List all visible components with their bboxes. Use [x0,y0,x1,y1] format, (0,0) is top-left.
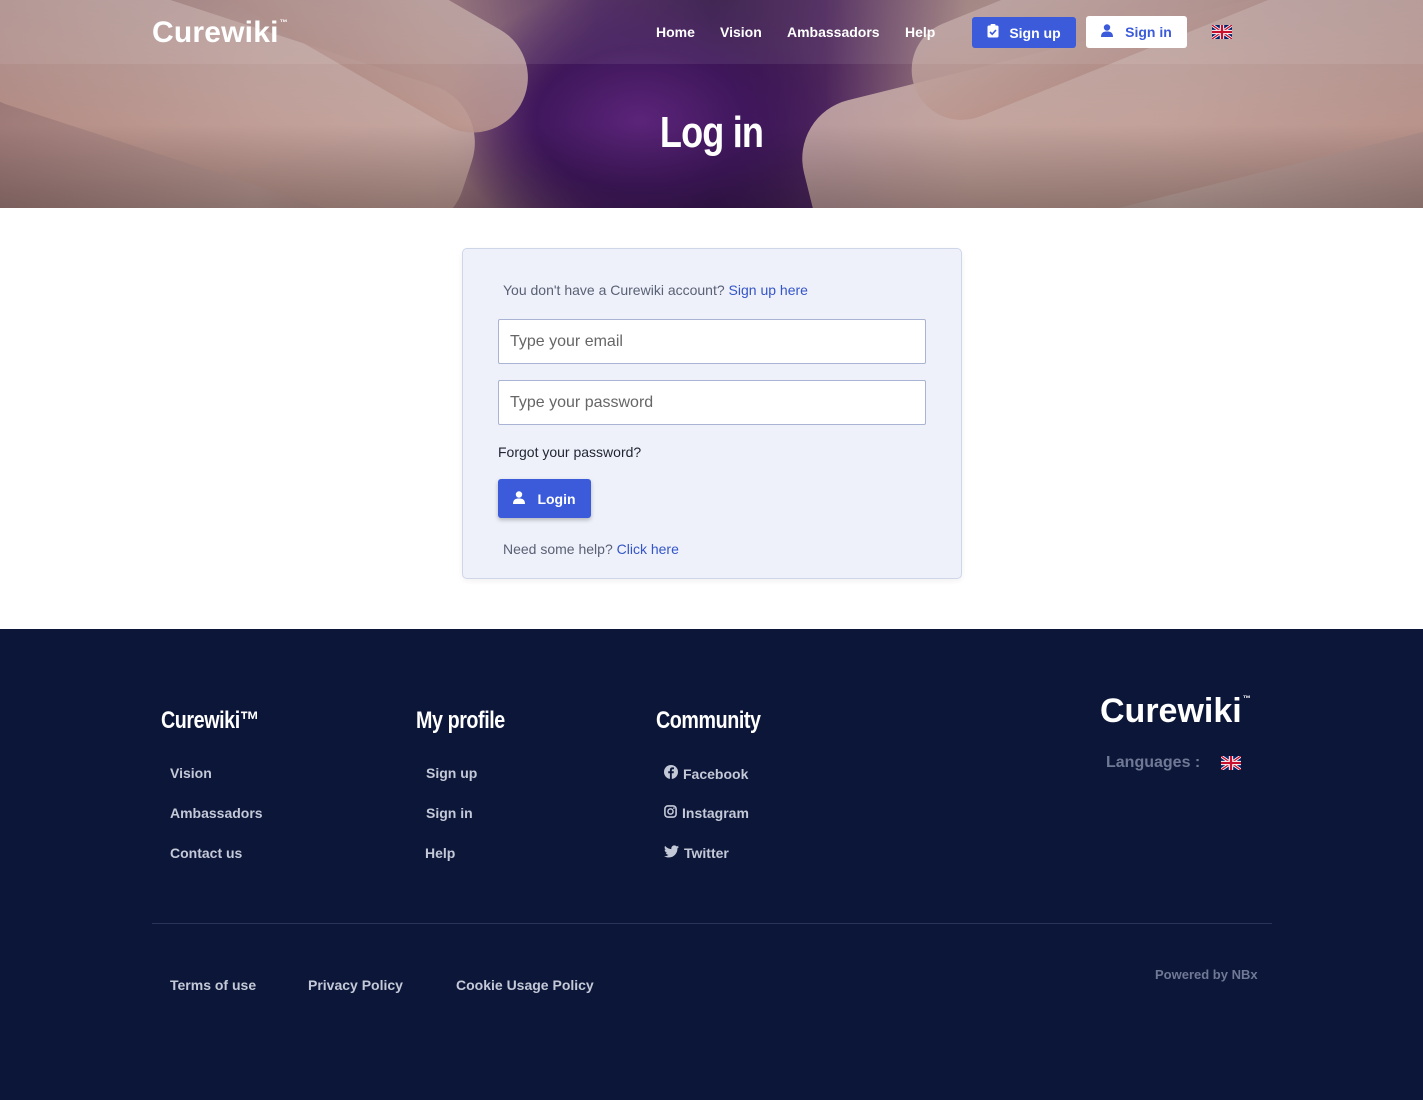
facebook-icon [664,765,678,782]
nav-home[interactable]: Home [656,24,695,40]
footer-link-twitter[interactable]: Twitter [664,845,729,861]
footer-logo-tm: ™ [1242,694,1251,703]
user-icon [513,490,526,507]
help-text: Need some help? [503,541,613,557]
footer-logo-text: Curewiki [1100,692,1242,730]
uk-flag-icon[interactable] [1211,23,1233,41]
user-icon [1101,24,1114,40]
facebook-label: Facebook [683,765,749,782]
languages-label: Languages : [1106,754,1201,771]
privacy-policy-link[interactable]: Privacy Policy [308,977,403,993]
footer-logo: Curewiki™ [1100,692,1251,731]
twitter-icon [664,845,679,861]
help-line: Need some help? Click here [503,541,679,557]
footer-heading-community: Community [656,707,761,734]
twitter-label: Twitter [684,845,729,861]
header-signin-button[interactable]: Sign in [1086,16,1187,48]
footer-uk-flag-icon[interactable] [1220,754,1242,772]
footer-link-help[interactable]: Help [425,845,455,861]
footer-link-facebook[interactable]: Facebook [664,765,748,782]
header-logo[interactable]: Curewiki™ [152,16,288,50]
terms-of-use-link[interactable]: Terms of use [170,977,256,993]
top-navbar: Curewiki™ Home Vision Ambassadors Help S… [0,0,1423,64]
signup-here-link[interactable]: Sign up here [729,282,808,298]
login-button-label: Login [537,490,576,507]
footer-link-vision[interactable]: Vision [170,765,212,781]
footer-link-sign-in[interactable]: Sign in [426,805,473,821]
footer-link-contact-us[interactable]: Contact us [170,845,242,861]
footer-link-instagram[interactable]: Instagram [664,805,749,821]
instagram-label: Instagram [682,805,749,821]
clipboard-check-icon [987,24,999,41]
password-input[interactable] [498,380,926,425]
instagram-icon [664,805,677,821]
powered-by-text[interactable]: Powered by NBx [1155,967,1258,982]
header-signup-label: Sign up [1009,24,1061,41]
hero-banner: Curewiki™ Home Vision Ambassadors Help S… [0,0,1423,208]
forgot-password-link[interactable]: Forgot your password? [498,444,641,460]
page-title: Log in [659,108,764,157]
no-account-line: You don't have a Curewiki account? Sign … [503,282,808,298]
header-signup-button[interactable]: Sign up [972,17,1076,48]
no-account-text: You don't have a Curewiki account? [503,282,725,298]
email-input[interactable] [498,319,926,364]
login-card: You don't have a Curewiki account? Sign … [462,248,962,579]
login-button[interactable]: Login [498,479,591,518]
footer-heading-curewiki: Curewiki™ [161,707,260,734]
footer: Curewiki™ My profile Community Vision Am… [0,629,1423,1100]
nav-ambassadors[interactable]: Ambassadors [787,24,880,40]
header-logo-text: Curewiki [152,16,279,49]
nav-vision[interactable]: Vision [720,24,762,40]
header-signin-label: Sign in [1125,24,1172,40]
footer-link-ambassadors[interactable]: Ambassadors [170,805,263,821]
cookie-policy-link[interactable]: Cookie Usage Policy [456,977,594,993]
footer-divider [152,923,1272,924]
nav-help[interactable]: Help [905,24,935,40]
header-logo-tm: ™ [279,18,288,27]
footer-link-sign-up[interactable]: Sign up [426,765,477,781]
footer-heading-my-profile: My profile [416,707,505,734]
click-here-link[interactable]: Click here [617,541,679,557]
